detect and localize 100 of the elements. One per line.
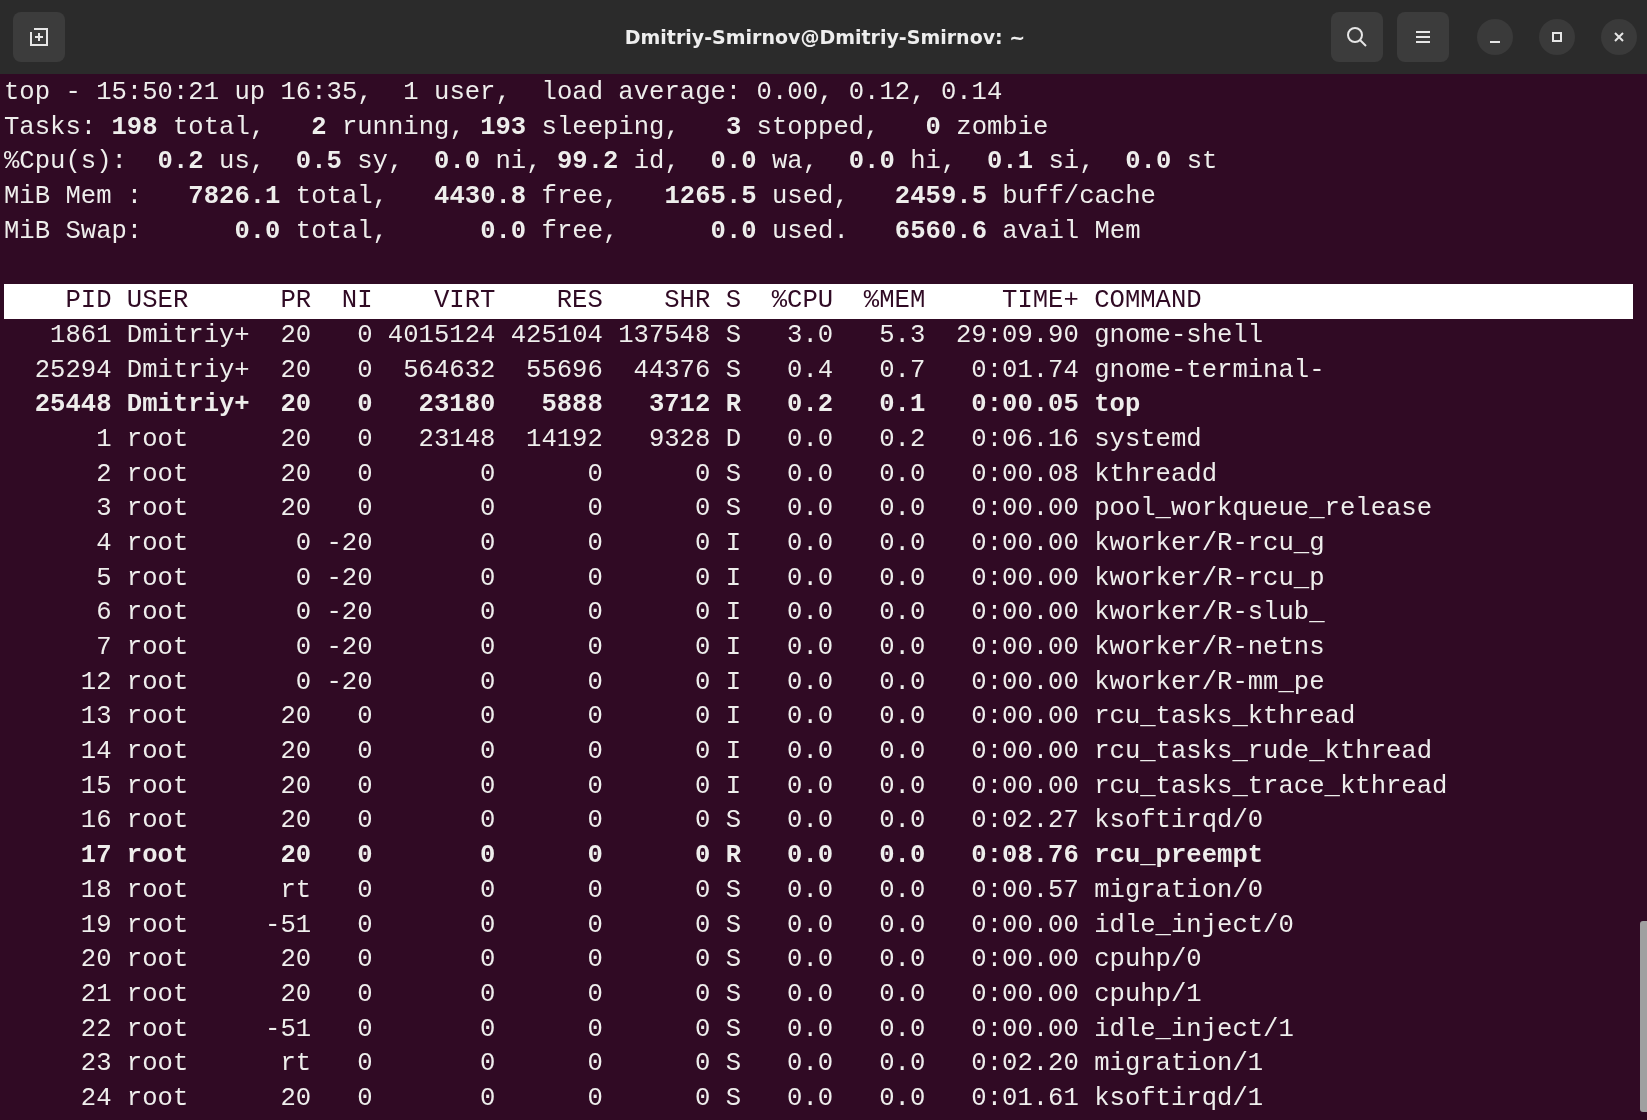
table-cell-text: R xyxy=(725,840,741,873)
table-cell-text: 0:00.00 xyxy=(970,562,1079,595)
table-cell-text: 29:09.90 xyxy=(954,319,1079,352)
table-cell-text: 0.0 xyxy=(878,701,926,734)
table-cell-text: 0:00.00 xyxy=(970,597,1079,630)
table-cell-text: 20 xyxy=(279,389,312,422)
table-cell-text: 0.0 xyxy=(878,632,926,664)
column-header: S xyxy=(725,285,741,318)
table-cell-text: S xyxy=(725,354,741,387)
table-cell-text: 0 xyxy=(479,666,496,699)
table-cell-text: systemd xyxy=(1094,423,1203,456)
table-cell-text: I xyxy=(725,770,741,803)
table-cell-text: -20 xyxy=(326,632,373,664)
table-cell-text: 20 xyxy=(279,354,312,387)
table-cell-text: 0:00.00 xyxy=(970,944,1079,977)
table-cell-text: root xyxy=(126,562,190,595)
table-cell-text: 0 xyxy=(479,805,496,838)
table-cell-text: 55696 xyxy=(525,354,603,387)
table-cell-text: 0:00.00 xyxy=(970,1013,1079,1046)
table-cell-text: 0.0 xyxy=(878,736,926,769)
table-cell-text: 0.0 xyxy=(878,909,926,942)
table-cell-text: 0 xyxy=(479,840,496,873)
table-cell-text: -20 xyxy=(326,597,373,630)
column-header: RES xyxy=(555,285,603,318)
table-cell-text: 0.0 xyxy=(786,597,834,630)
table-cell-text: 0 xyxy=(693,874,711,907)
new-tab-button[interactable] xyxy=(13,12,65,62)
table-cell-text: root xyxy=(126,805,190,838)
table-cell-text: 0.0 xyxy=(878,562,926,595)
table-cell-text: 23148 xyxy=(417,423,496,456)
column-header: SHR xyxy=(663,285,711,318)
table-cell-text: 20 xyxy=(279,1082,312,1115)
table-cell-text: cpuhp/1 xyxy=(1094,978,1203,1011)
table-cell-text: I xyxy=(725,736,741,769)
table-cell-text: -20 xyxy=(326,562,373,595)
table-cell-text: root xyxy=(126,632,190,664)
menu-button[interactable] xyxy=(1397,12,1449,62)
table-cell-text: 4 xyxy=(95,527,112,560)
table-cell-text: 0:00.00 xyxy=(970,527,1079,560)
table-cell-text: 0 xyxy=(479,874,496,907)
column-header: %MEM xyxy=(862,285,926,318)
table-cell-text: 0:00.05 xyxy=(970,389,1079,422)
table-cell-text: 0 xyxy=(356,354,373,387)
table-cell-text: -51 xyxy=(265,1013,312,1046)
table-cell-text: 0 xyxy=(294,632,312,664)
table-cell-text: 0 xyxy=(479,458,496,491)
table-cell-text: 0 xyxy=(294,527,312,560)
table-cell-text: 0:00.00 xyxy=(970,978,1079,1011)
table-cell-text: 0 xyxy=(356,458,373,491)
table-cell-text: ksoftirqd/1 xyxy=(1094,1082,1265,1115)
search-button[interactable] xyxy=(1331,12,1383,62)
close-icon xyxy=(1612,30,1626,44)
table-cell-text: 0 xyxy=(693,701,711,734)
table-cell-text: root xyxy=(126,770,190,803)
table-cell-text: rt xyxy=(279,1048,312,1081)
table-cell-text: 0 xyxy=(356,978,373,1011)
table-cell-text: ksoftirqd/0 xyxy=(1094,805,1265,838)
table-cell-text: root xyxy=(126,1082,190,1115)
table-cell-text: migration/0 xyxy=(1094,874,1265,907)
table-cell-text: 4015124 xyxy=(387,319,496,352)
table-cell-text: 20 xyxy=(79,944,112,977)
column-header: USER xyxy=(126,285,190,318)
maximize-button[interactable] xyxy=(1539,19,1575,55)
table-cell-text: 0 xyxy=(586,805,603,838)
table-cell-text: I xyxy=(725,632,741,664)
table-cell-text: 14 xyxy=(79,736,112,769)
table-cell-text: root xyxy=(126,1013,190,1046)
table-cell-text: 0.0 xyxy=(786,562,834,595)
table-cell-text: 0.0 xyxy=(878,458,926,491)
table-cell-text: 0 xyxy=(356,944,373,977)
table-cell-text: 0.0 xyxy=(878,527,926,560)
table-cell-text: gnome-shell xyxy=(1094,319,1265,352)
minimize-icon xyxy=(1490,41,1500,43)
table-cell-text: 0.0 xyxy=(786,701,834,734)
table-cell-text: 0:00.00 xyxy=(970,770,1079,803)
table-cell-text: 0 xyxy=(586,562,603,595)
table-cell-text: root xyxy=(126,736,190,769)
table-cell-text: 0:08.76 xyxy=(970,840,1079,873)
table-cell-text: root xyxy=(126,840,190,873)
table-cell-text: 0 xyxy=(356,736,373,769)
close-button[interactable] xyxy=(1601,19,1637,55)
table-cell-text: 22 xyxy=(79,1013,112,1046)
table-cell-text: 0.0 xyxy=(786,909,834,942)
table-cell-text: 0.0 xyxy=(878,770,926,803)
table-cell-text: 0.4 xyxy=(786,354,834,387)
table-cell-text: 0 xyxy=(693,909,711,942)
table-cell-text: kworker/R-mm_pe xyxy=(1094,666,1326,699)
table-cell-text: root xyxy=(126,493,190,526)
scrollbar[interactable] xyxy=(1640,921,1647,1112)
table-cell-text: 1 xyxy=(95,423,112,456)
table-cell-text: root xyxy=(126,527,190,560)
table-cell-text: 15 xyxy=(79,770,112,803)
table-cell-text: 0 xyxy=(586,874,603,907)
table-cell-text: 0.0 xyxy=(878,1013,926,1046)
table-cell-text: S xyxy=(725,458,741,491)
table-cell-text: 0.0 xyxy=(786,458,834,491)
table-cell-text: 0 xyxy=(693,840,711,873)
table-cell-text: 0.0 xyxy=(878,805,926,838)
table-cell-text: 0 xyxy=(693,1048,711,1081)
table-cell-text: 19 xyxy=(79,909,112,942)
